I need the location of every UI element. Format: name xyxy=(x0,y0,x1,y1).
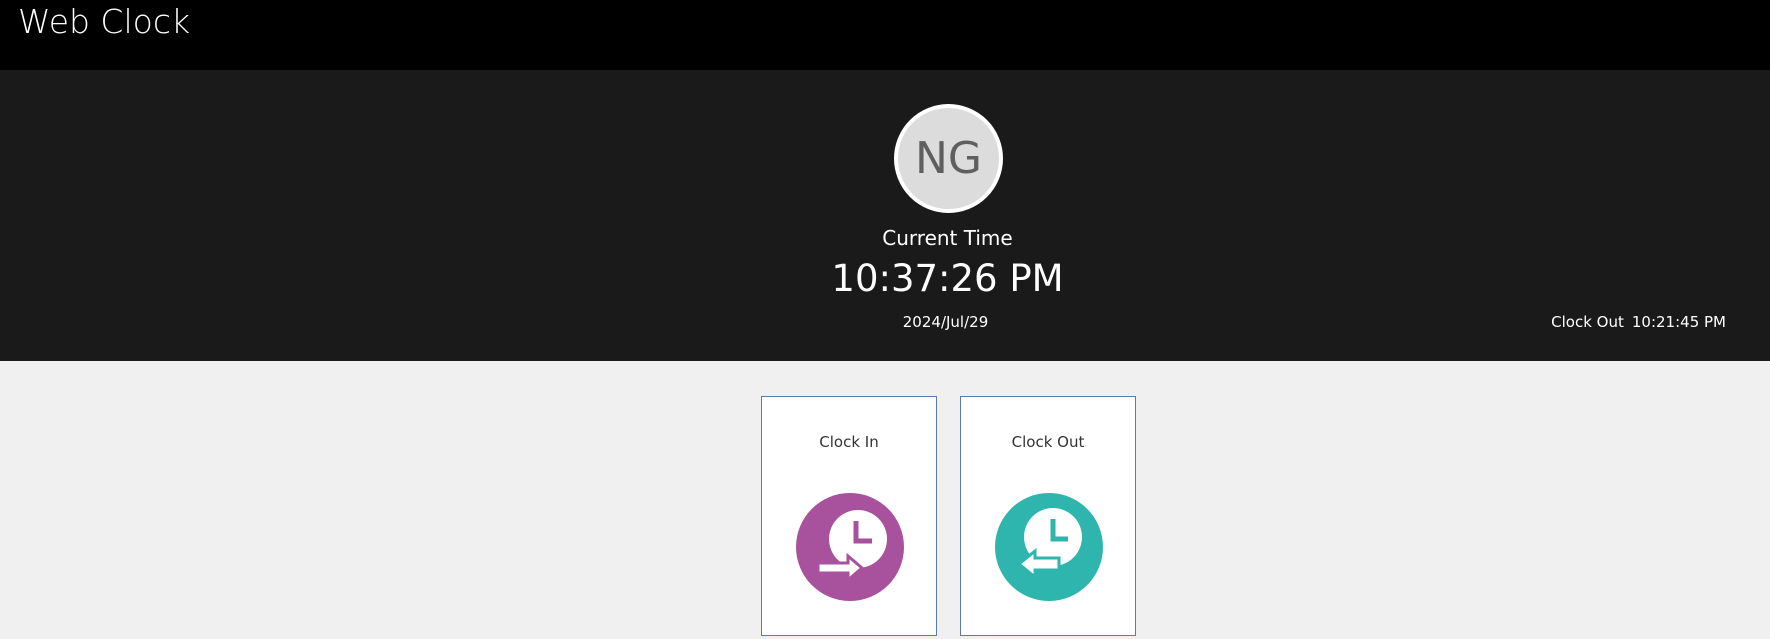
avatar[interactable]: NG xyxy=(894,104,1003,213)
last-punch-time: 10:21:45 PM xyxy=(1631,313,1726,331)
clock-in-icon xyxy=(796,493,904,601)
app-title: Web Clock xyxy=(18,2,191,41)
current-time-label: Current Time xyxy=(882,226,1013,250)
clock-out-button[interactable]: Clock Out xyxy=(960,396,1136,636)
last-punch-action: Clock Out xyxy=(1551,313,1624,331)
top-bar: Web Clock xyxy=(0,0,1770,70)
clock-out-label: Clock Out xyxy=(1011,433,1085,451)
current-date: 2024/Jul/29 xyxy=(902,313,989,331)
last-punch-status: Clock Out 10:21:45 PM xyxy=(1551,313,1726,331)
clock-in-label: Clock In xyxy=(819,433,879,451)
clock-in-button[interactable]: Clock In xyxy=(761,396,937,636)
avatar-initials: NG xyxy=(914,133,982,184)
clock-out-icon xyxy=(995,493,1103,601)
current-time-value: 10:37:26 PM xyxy=(831,257,1064,300)
